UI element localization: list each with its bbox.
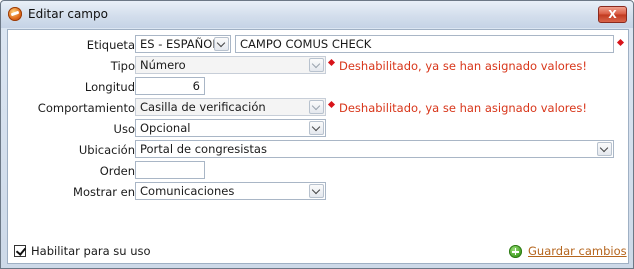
uso-select[interactable]: Opcional — [135, 119, 326, 137]
uso-label: Uso — [113, 122, 135, 136]
comportamiento-warning: Deshabilitado, ya se han asignado valore… — [339, 101, 587, 115]
longitud-input-value: 6 — [192, 79, 200, 93]
required-marker-icon — [327, 100, 336, 109]
etiqueta-label: Etiqueta — [86, 38, 135, 52]
add-icon[interactable] — [509, 245, 522, 258]
mostrar-en-select[interactable]: Comunicaciones — [135, 182, 326, 200]
longitud-label: Longitud — [84, 80, 135, 94]
chevron-down-icon[interactable] — [214, 37, 229, 51]
row-longitud: Longitud 6 — [8, 77, 628, 97]
longitud-input[interactable]: 6 — [135, 77, 205, 95]
row-comportamiento: Comportamiento Casilla de verificación D… — [8, 98, 628, 118]
mostrar-en-label: Mostrar en — [73, 185, 135, 199]
ubicacion-select-value: Portal de congresistas — [140, 142, 267, 156]
comportamiento-select-value: Casilla de verificación — [140, 100, 266, 114]
language-select-value: ES - ESPAÑOL — [140, 37, 219, 51]
app-icon — [8, 7, 22, 21]
chevron-down-icon — [309, 100, 324, 114]
window-title: Editar campo — [28, 7, 108, 21]
title-bar[interactable]: Editar campo X — [1, 1, 633, 28]
orden-label: Orden — [99, 164, 135, 178]
tipo-select: Número — [135, 56, 326, 74]
mostrar-en-select-value: Comunicaciones — [140, 184, 235, 198]
required-marker-icon — [327, 58, 336, 67]
chevron-down-icon[interactable] — [309, 184, 324, 198]
uso-select-value: Opcional — [140, 121, 191, 135]
chevron-down-icon — [309, 58, 324, 72]
row-orden: Orden — [8, 161, 628, 181]
required-marker-icon — [616, 38, 625, 47]
chevron-down-icon[interactable] — [309, 121, 324, 135]
comportamiento-select: Casilla de verificación — [135, 98, 326, 116]
ubicacion-select[interactable]: Portal de congresistas — [135, 140, 614, 158]
language-select[interactable]: ES - ESPAÑOL — [135, 35, 231, 53]
row-ubicacion: Ubicación Portal de congresistas — [8, 140, 628, 160]
form-panel: Etiqueta ES - ESPAÑOL CAMPO COMUS CHECK … — [7, 29, 629, 264]
chevron-down-icon[interactable] — [597, 142, 612, 156]
edit-field-dialog: Editar campo X Etiqueta ES - ESPAÑOL CAM… — [0, 0, 634, 269]
enable-checkbox-label[interactable]: Habilitar para su uso — [31, 244, 151, 258]
ubicacion-label: Ubicación — [78, 143, 135, 157]
close-button[interactable]: X — [598, 6, 627, 23]
row-mostrar-en: Mostrar en Comunicaciones — [8, 182, 628, 202]
tipo-label: Tipo — [110, 59, 135, 73]
row-etiqueta: Etiqueta ES - ESPAÑOL CAMPO COMUS CHECK — [8, 35, 628, 55]
orden-input[interactable] — [135, 161, 205, 179]
enable-checkbox[interactable] — [14, 245, 26, 257]
etiqueta-input-value: CAMPO COMUS CHECK — [240, 37, 372, 51]
tipo-select-value: Número — [140, 58, 186, 72]
tipo-warning: Deshabilitado, ya se han asignado valore… — [339, 59, 587, 73]
etiqueta-input[interactable]: CAMPO COMUS CHECK — [235, 35, 614, 53]
row-tipo: Tipo Número Deshabilitado, ya se han asi… — [8, 56, 628, 76]
save-changes-link[interactable]: Guardar cambios — [528, 244, 627, 258]
row-uso: Uso Opcional — [8, 119, 628, 139]
comportamiento-label: Comportamiento — [37, 101, 135, 115]
dialog-footer: Habilitar para su uso Guardar cambios — [1, 241, 634, 263]
